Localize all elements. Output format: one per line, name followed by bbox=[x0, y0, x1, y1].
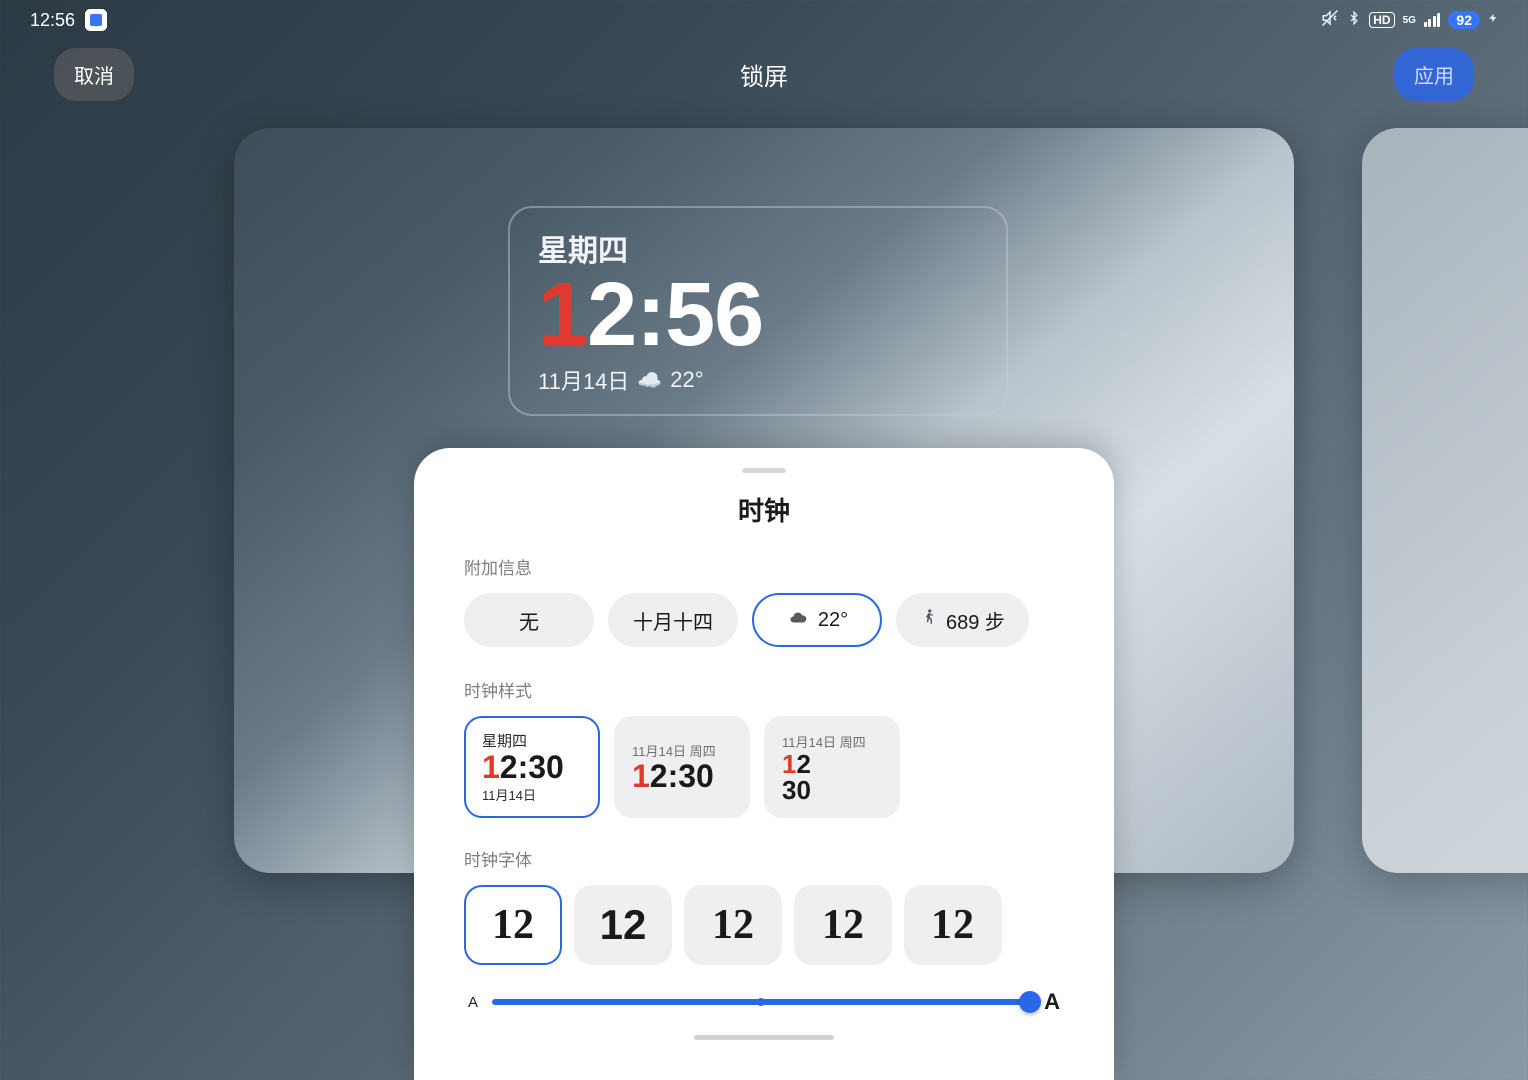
clock-font-options: 12 12 12 12 12 bbox=[464, 885, 1064, 965]
font-option-2[interactable]: 12 bbox=[574, 885, 672, 965]
section-extra-info-label: 附加信息 bbox=[464, 554, 1064, 579]
slider-thumb[interactable] bbox=[1019, 991, 1041, 1013]
option-lunar[interactable]: 十月十四 bbox=[608, 593, 738, 647]
sheet-drag-handle[interactable] bbox=[742, 468, 786, 473]
cancel-button[interactable]: 取消 bbox=[54, 48, 134, 101]
option-steps-label: 689 步 bbox=[946, 606, 1005, 635]
sheet-title: 时钟 bbox=[464, 491, 1064, 528]
status-time: 12:56 bbox=[30, 10, 75, 31]
font-option-4[interactable]: 12 bbox=[794, 885, 892, 965]
slider-label-min: A bbox=[468, 994, 478, 1011]
slider-tick bbox=[757, 998, 765, 1006]
clock-time-accent: 1 bbox=[538, 270, 587, 360]
section-clock-style-label: 时钟样式 bbox=[464, 677, 1064, 702]
style1-date: 11月14日 bbox=[482, 785, 582, 804]
font-option-1[interactable]: 12 bbox=[464, 885, 562, 965]
clock-style-2[interactable]: 11月14日 周四 1 2:30 bbox=[614, 716, 750, 818]
status-left: 12:56 bbox=[30, 9, 107, 31]
network-label: 5G bbox=[1403, 15, 1416, 26]
charging-icon bbox=[1488, 10, 1498, 31]
extra-info-options: 无 十月十四 22° 689 步 bbox=[464, 593, 1064, 647]
clock-date: 11月14日 bbox=[538, 364, 629, 396]
cloud-icon bbox=[786, 607, 810, 633]
hd-badge: HD bbox=[1369, 12, 1394, 28]
battery-indicator: 92 bbox=[1448, 11, 1480, 29]
status-right: HD 5G 92 bbox=[1321, 9, 1498, 32]
scroll-indicator bbox=[694, 1035, 834, 1040]
style3-line2: 30 bbox=[782, 777, 882, 803]
bluetooth-icon bbox=[1347, 9, 1361, 32]
apply-button[interactable]: 应用 bbox=[1394, 48, 1474, 101]
clock-style-3[interactable]: 11月14日 周四 12 30 bbox=[764, 716, 900, 818]
page-title: 锁屏 bbox=[740, 57, 788, 92]
clock-style-options: 星期四 1 2:30 11月14日 11月14日 周四 1 2:30 11月14… bbox=[464, 716, 1064, 818]
font-option-3[interactable]: 12 bbox=[684, 885, 782, 965]
option-none-label: 无 bbox=[519, 606, 539, 635]
top-nav: 取消 锁屏 应用 bbox=[0, 50, 1528, 98]
signal-icon bbox=[1424, 13, 1441, 27]
option-steps[interactable]: 689 步 bbox=[896, 593, 1029, 647]
clock-time: 1 2:56 bbox=[538, 270, 978, 360]
clock-time-rest: 2:56 bbox=[587, 270, 763, 360]
clock-style-1[interactable]: 星期四 1 2:30 11月14日 bbox=[464, 716, 600, 818]
clock-weekday: 星期四 bbox=[538, 226, 978, 270]
clock-settings-sheet: 时钟 附加信息 无 十月十四 22° 689 步 时钟样式 星期四 1 bbox=[414, 448, 1114, 1080]
style1-time: 1 2:30 bbox=[482, 751, 582, 785]
option-weather-label: 22° bbox=[818, 609, 848, 632]
slider-label-max: A bbox=[1044, 989, 1060, 1015]
option-none[interactable]: 无 bbox=[464, 593, 594, 647]
walk-icon bbox=[920, 606, 938, 634]
style1-day: 星期四 bbox=[482, 730, 582, 751]
mute-icon bbox=[1321, 9, 1339, 32]
lockscreen-preview-next[interactable] bbox=[1362, 128, 1528, 873]
option-weather[interactable]: 22° bbox=[752, 593, 882, 647]
clock-widget[interactable]: 星期四 1 2:56 11月14日 ☁️ 22° bbox=[508, 206, 1008, 416]
font-size-slider-row: A A bbox=[464, 989, 1064, 1015]
font-option-5[interactable]: 12 bbox=[904, 885, 1002, 965]
section-clock-font-label: 时钟字体 bbox=[464, 846, 1064, 871]
font-size-slider[interactable] bbox=[492, 999, 1030, 1005]
style2-time: 1 2:30 bbox=[632, 760, 732, 794]
status-bar: 12:56 HD 5G 92 bbox=[0, 0, 1528, 40]
option-lunar-label: 十月十四 bbox=[633, 606, 713, 635]
clock-temp: 22° bbox=[670, 367, 703, 393]
running-app-icon bbox=[85, 9, 107, 31]
clock-subline: 11月14日 ☁️ 22° bbox=[538, 364, 978, 396]
style3-line1: 12 bbox=[782, 751, 882, 777]
weather-icon: ☁️ bbox=[637, 368, 662, 393]
